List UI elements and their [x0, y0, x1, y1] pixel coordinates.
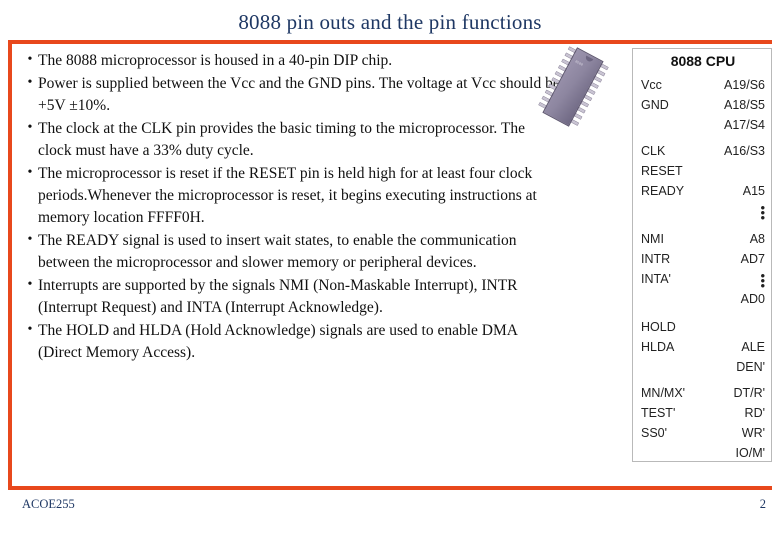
pin-label-right: RD': [744, 406, 765, 420]
pin-label-left: NMI: [641, 232, 664, 246]
pin-label-left: CLK: [641, 144, 666, 158]
pin-row: • • •: [641, 200, 765, 225]
pin-row: MN/MX' DT/R': [641, 383, 765, 403]
bullet-text: The 8088 microprocessor is housed in a 4…: [38, 52, 393, 69]
pin-label-left: SS0': [641, 426, 668, 440]
pin-label-left: RESET: [641, 164, 683, 178]
pin-label-right: ALE: [741, 340, 765, 354]
slide: 8088 pin outs and the pin functions • The…: [0, 0, 780, 540]
pin-row: HOLD: [641, 317, 765, 337]
pin-row: GND A18/S5: [641, 95, 765, 115]
pin-row: IO/M': [641, 443, 765, 463]
pin-row: CLK A16/S3: [641, 141, 765, 161]
bullet-text: The HOLD and HLDA (Hold Acknowledge) sig…: [38, 322, 518, 361]
chip-notch: [584, 55, 594, 63]
pin-label-right: DT/R': [733, 386, 765, 400]
pin-label-left: MN/MX': [641, 386, 686, 400]
pin-label-left: HOLD: [641, 320, 676, 334]
pin-label-right: A19/S6: [723, 78, 765, 92]
pin-row: INTA' • • •: [641, 268, 765, 293]
pin-label-left: INTR: [641, 252, 671, 266]
pin-row: Vcc A19/S6: [641, 75, 765, 95]
list-item: • The microprocessor is reset if the RESE…: [22, 163, 562, 229]
bullet-text: Power is supplied between the Vcc and th…: [38, 75, 560, 114]
bullet-marker-icon: •: [27, 52, 33, 67]
pin-row: READY A15: [641, 181, 765, 201]
list-item: • The HOLD and HLDA (Hold Acknowledge) si…: [22, 320, 562, 364]
list-item: • Power is supplied between the Vcc and t…: [22, 73, 562, 117]
bullet-marker-icon: •: [27, 165, 33, 180]
footer-course-code: ACOE255: [22, 497, 75, 511]
top-divider: [8, 40, 772, 44]
pin-label-right: A16/S3: [723, 144, 765, 158]
bullet-text: The READY signal is used to insert wait …: [38, 232, 517, 271]
pin-label-right: A18/S5: [723, 98, 765, 112]
pin-label-left: INTA': [641, 272, 671, 286]
vertical-ellipsis-icon: • • •: [760, 268, 765, 293]
bullet-marker-icon: •: [27, 322, 33, 337]
pin-label-left: GND: [641, 98, 669, 112]
pin-row: DEN': [641, 357, 765, 377]
bottom-divider: [8, 486, 772, 490]
bullet-text: The microprocessor is reset if the RESET…: [38, 165, 537, 226]
pin-label-right: IO/M': [735, 446, 765, 460]
bullet-marker-icon: •: [27, 277, 33, 292]
bullet-marker-icon: •: [27, 232, 33, 247]
pin-label-left: READY: [641, 184, 685, 198]
pin-row: INTR AD7: [641, 249, 765, 269]
list-item: • Interrupts are supported by the signals…: [22, 275, 562, 319]
left-accent-bar: [8, 40, 12, 490]
pin-label-right: AD7: [740, 252, 765, 266]
pin-label-right: DEN': [736, 360, 765, 374]
dip-chip-illustration: 8088: [528, 44, 638, 140]
vertical-ellipsis-icon: • • •: [760, 200, 765, 225]
bullet-marker-icon: •: [27, 75, 33, 90]
pin-row: HLDA ALE: [641, 337, 765, 357]
pin-label-right: WR': [741, 426, 765, 440]
pin-label-left: HLDA: [641, 340, 675, 354]
pin-label-right: A15: [742, 184, 765, 198]
pin-label-left: TEST': [641, 406, 676, 420]
list-item: • The 8088 microprocessor is housed in a …: [22, 50, 562, 72]
pin-row: RESET: [641, 161, 765, 181]
pin-row: AD0: [641, 289, 765, 309]
list-item: • The clock at the CLK pin provides the b…: [22, 118, 562, 162]
pin-row: TEST' RD': [641, 403, 765, 423]
chip-label: 8088: [574, 59, 584, 67]
bullet-text: Interrupts are supported by the signals …: [38, 277, 518, 316]
pin-row: SS0' WR': [641, 423, 765, 443]
page-title: 8088 pin outs and the pin functions: [238, 10, 542, 34]
cpu-pinout-diagram: 8088 CPU Vcc A19/S6 GND A18/S5 A17/S4 CLK A16/…: [632, 48, 772, 462]
footer-page-number: 2: [759, 497, 766, 511]
pin-row: A17/S4: [641, 115, 765, 135]
pin-label-right: A17/S4: [723, 118, 765, 132]
pin-label-right: A8: [749, 232, 765, 246]
bullet-text: The clock at the CLK pin provides the ba…: [38, 120, 525, 159]
bullet-marker-icon: •: [27, 120, 33, 135]
pin-label-left: Vcc: [641, 78, 662, 92]
pin-label-right: AD0: [740, 292, 765, 306]
list-item: • The READY signal is used to insert wait…: [22, 230, 562, 274]
bullet-list: • The 8088 microprocessor is housed in a …: [22, 50, 562, 365]
cpu-diagram-title: 8088 CPU: [670, 53, 736, 69]
pin-row: NMI A8: [641, 229, 765, 249]
